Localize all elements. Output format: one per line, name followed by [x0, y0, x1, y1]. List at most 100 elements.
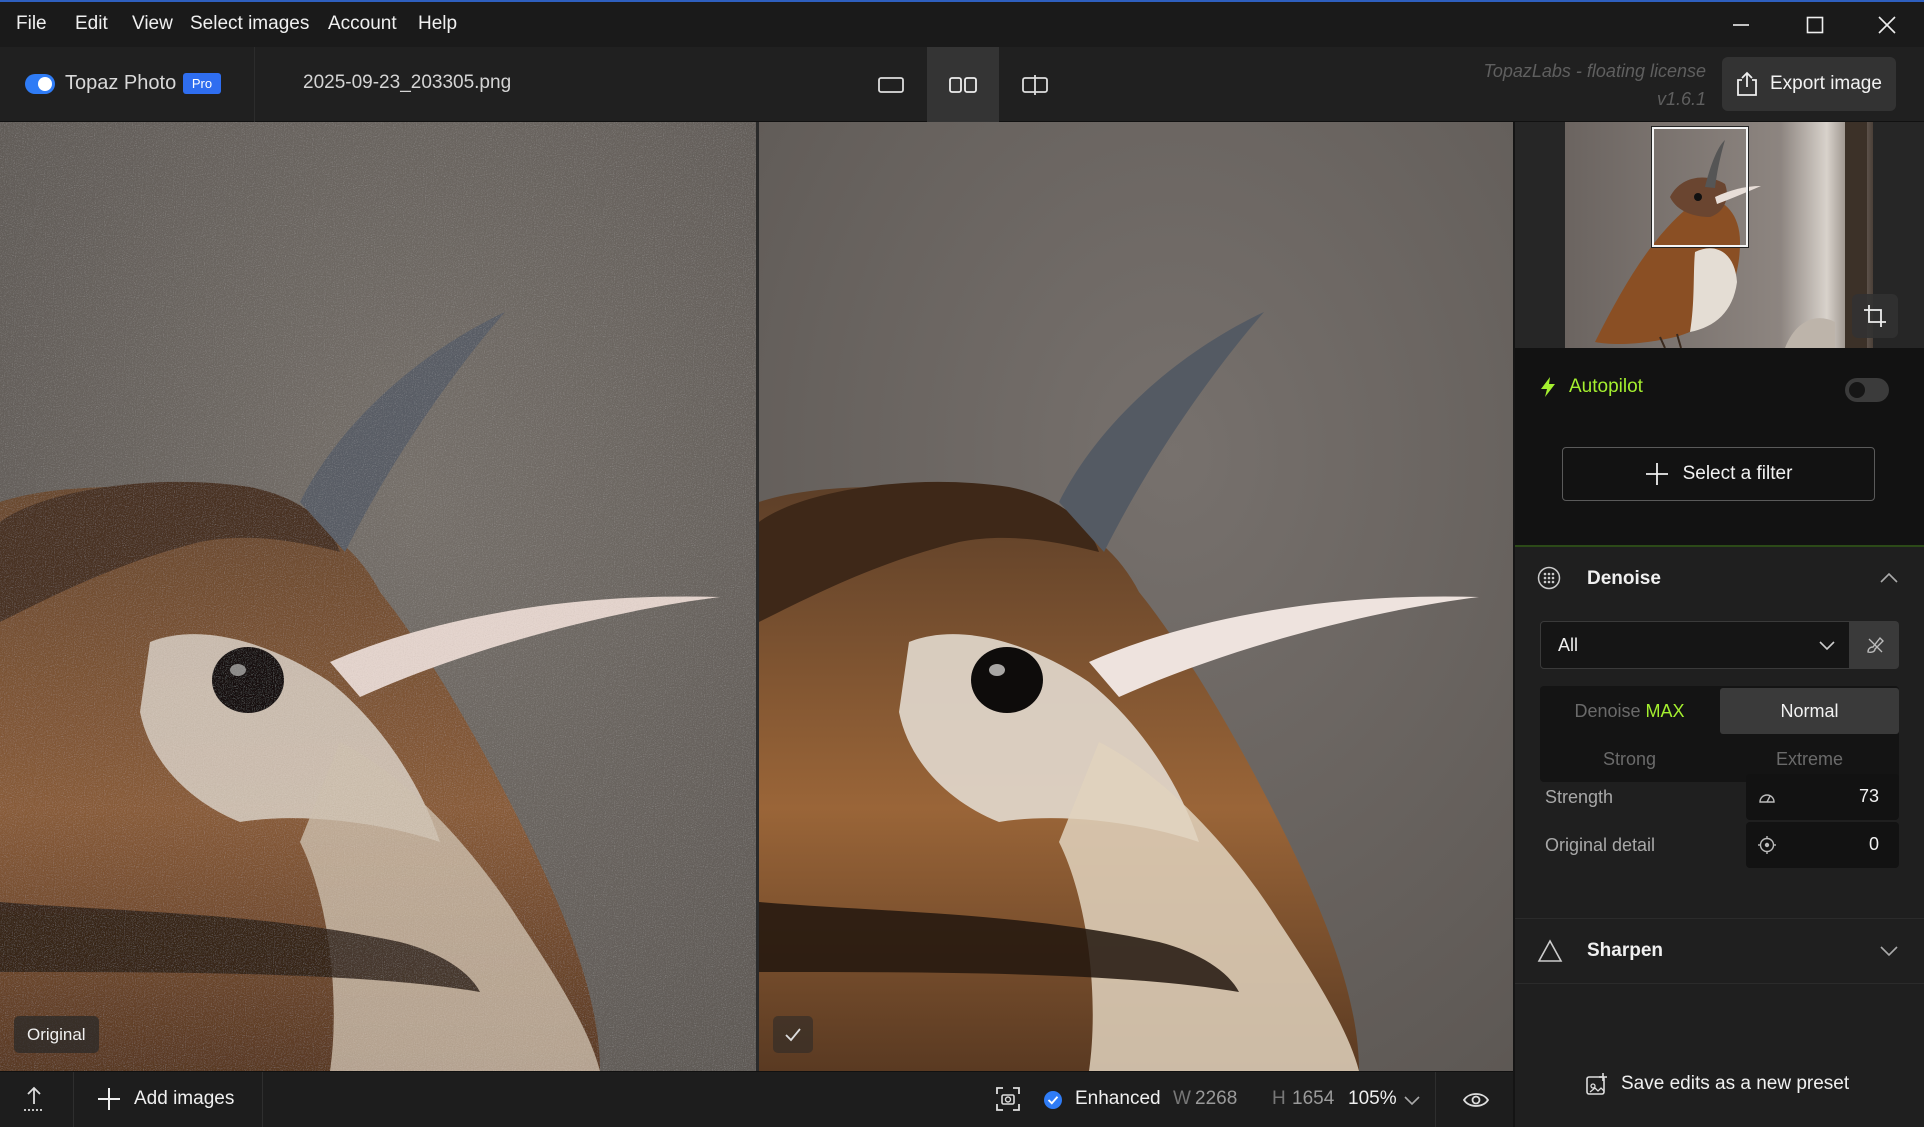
export-icon	[1737, 71, 1757, 96]
denoise-section: Denoise All Denoise MAX Normal Strong Ex…	[1515, 549, 1924, 809]
save-preset-icon	[1586, 1073, 1607, 1095]
check-circle-icon	[1044, 1091, 1062, 1109]
app-header: Topaz Photo Pro 2025-09-23_203305.png To…	[0, 47, 1924, 122]
chevron-down-icon	[1819, 641, 1835, 651]
close-icon	[1878, 15, 1896, 34]
export-label: Export image	[1770, 73, 1882, 94]
gauge-icon	[1759, 794, 1775, 803]
denoise-mode-selector: Denoise MAX Normal Strong Extreme	[1540, 686, 1899, 782]
upload-button[interactable]	[22, 1086, 46, 1117]
subject-select[interactable]: All	[1540, 621, 1850, 669]
enhanced-image-pane[interactable]	[759, 122, 1513, 1071]
close-button[interactable]	[1850, 2, 1924, 47]
crop-button[interactable]	[1852, 294, 1898, 338]
autopilot-section: Autopilot Select a filter	[1515, 348, 1924, 547]
subject-select-value: All	[1558, 635, 1579, 655]
menu-view[interactable]: View	[132, 13, 173, 35]
save-preset-button[interactable]: Save edits as a new preset	[1585, 1072, 1849, 1096]
denoise-header[interactable]: Denoise	[1515, 549, 1924, 607]
strength-row: Strength 73	[1515, 774, 1924, 822]
divider	[262, 1072, 263, 1127]
menu-select-images[interactable]: Select images	[190, 13, 309, 35]
height-value: 1654	[1292, 1088, 1335, 1109]
enhanced-status-icon	[1043, 1090, 1063, 1115]
chevron-down-icon	[1880, 946, 1898, 956]
mode-label: Denoise	[1574, 701, 1646, 721]
sharpen-title: Sharpen	[1587, 940, 1664, 961]
original-bird-image	[0, 122, 756, 1071]
zoom-select[interactable]: 105%	[1348, 1072, 1428, 1127]
split-view-icon	[1022, 74, 1048, 95]
enhanced-badge	[773, 1016, 813, 1053]
menu-file[interactable]: File	[16, 13, 47, 35]
original-detail-label: Original detail	[1545, 835, 1656, 855]
chevron-up-icon	[1880, 573, 1898, 583]
mode-denoise-max[interactable]: Denoise MAX	[1540, 688, 1719, 734]
mask-brush-button[interactable]	[1850, 621, 1899, 669]
screenshot-button[interactable]	[995, 1086, 1021, 1117]
width-prefix: W	[1173, 1088, 1191, 1109]
status-label: Enhanced	[1075, 1088, 1161, 1109]
autopilot-label: Autopilot	[1569, 376, 1643, 397]
original-detail-row: Original detail 0	[1515, 822, 1924, 870]
upload-icon	[24, 1086, 44, 1111]
plus-icon	[1645, 463, 1668, 485]
strength-input[interactable]: 73	[1746, 774, 1899, 820]
detail-target-icon	[1758, 836, 1776, 854]
brand: Topaz Photo Pro	[0, 47, 255, 122]
minimize-button[interactable]	[1704, 2, 1778, 47]
width-value: 2268	[1195, 1088, 1238, 1109]
menu-bar: File Edit View Select images Account Hel…	[0, 0, 1924, 47]
single-view-icon	[878, 76, 904, 93]
menu-account[interactable]: Account	[328, 13, 397, 35]
maximize-button[interactable]	[1778, 2, 1852, 47]
preview-toggle-button[interactable]	[1462, 1089, 1490, 1116]
save-preset-label: Save edits as a new preset	[1621, 1073, 1850, 1094]
viewport-frame[interactable]	[1652, 127, 1748, 247]
brand-toggle-icon	[25, 74, 55, 94]
strength-value: 73	[1858, 786, 1879, 806]
plus-icon	[98, 1088, 120, 1110]
camera-focus-icon	[996, 1087, 1020, 1111]
checkmark-icon	[785, 1027, 801, 1041]
select-filter-button[interactable]: Select a filter	[1562, 447, 1875, 501]
denoise-grain-icon	[1537, 566, 1561, 590]
strength-label: Strength	[1545, 787, 1614, 807]
zoom-value: 105%	[1348, 1088, 1397, 1109]
maximize-icon	[1806, 16, 1824, 33]
original-detail-value: 0	[1868, 834, 1879, 854]
add-images-button[interactable]: Add images	[96, 1086, 234, 1112]
mode-normal[interactable]: Normal	[1720, 688, 1899, 734]
navigator-thumbnail[interactable]	[1565, 122, 1873, 348]
side-by-side-view-button[interactable]	[927, 47, 999, 122]
navigator[interactable]	[1515, 122, 1924, 348]
select-filter-label: Select a filter	[1682, 463, 1793, 484]
denoise-title: Denoise	[1587, 568, 1661, 589]
side-by-side-icon	[949, 76, 977, 93]
image-canvas[interactable]: Original	[0, 122, 1513, 1071]
license-info: TopazLabs - floating license v1.6.1	[1484, 57, 1706, 113]
app-version: v1.6.1	[1656, 89, 1706, 109]
original-detail-input[interactable]: 0	[1746, 822, 1899, 868]
adjustments-panel: Autopilot Select a filter Denoise All De…	[1513, 122, 1924, 1127]
triangle-icon	[1537, 939, 1563, 962]
export-image-button[interactable]: Export image	[1722, 57, 1896, 111]
divider	[73, 1072, 74, 1127]
eye-icon	[1462, 1093, 1490, 1107]
mode-highlight: MAX	[1645, 701, 1685, 721]
menu-help[interactable]: Help	[418, 13, 457, 35]
enhanced-bird-image	[759, 122, 1513, 1071]
plan-badge: Pro	[183, 73, 221, 94]
bottom-toolbar: Add images Enhanced W 2268 H 1654 105%	[0, 1071, 1513, 1127]
split-view-button[interactable]	[999, 47, 1071, 122]
brush-icon	[1866, 636, 1884, 653]
license-name: TopazLabs - floating license	[1483, 61, 1706, 81]
height-prefix: H	[1272, 1088, 1286, 1109]
sharpen-section[interactable]: Sharpen	[1515, 918, 1924, 984]
menu-edit[interactable]: Edit	[75, 13, 108, 35]
divider	[1435, 1072, 1436, 1127]
autopilot-toggle[interactable]	[1845, 378, 1889, 402]
single-view-button[interactable]	[855, 47, 927, 122]
original-image-pane[interactable]: Original	[0, 122, 756, 1071]
original-label: Original	[14, 1016, 99, 1053]
